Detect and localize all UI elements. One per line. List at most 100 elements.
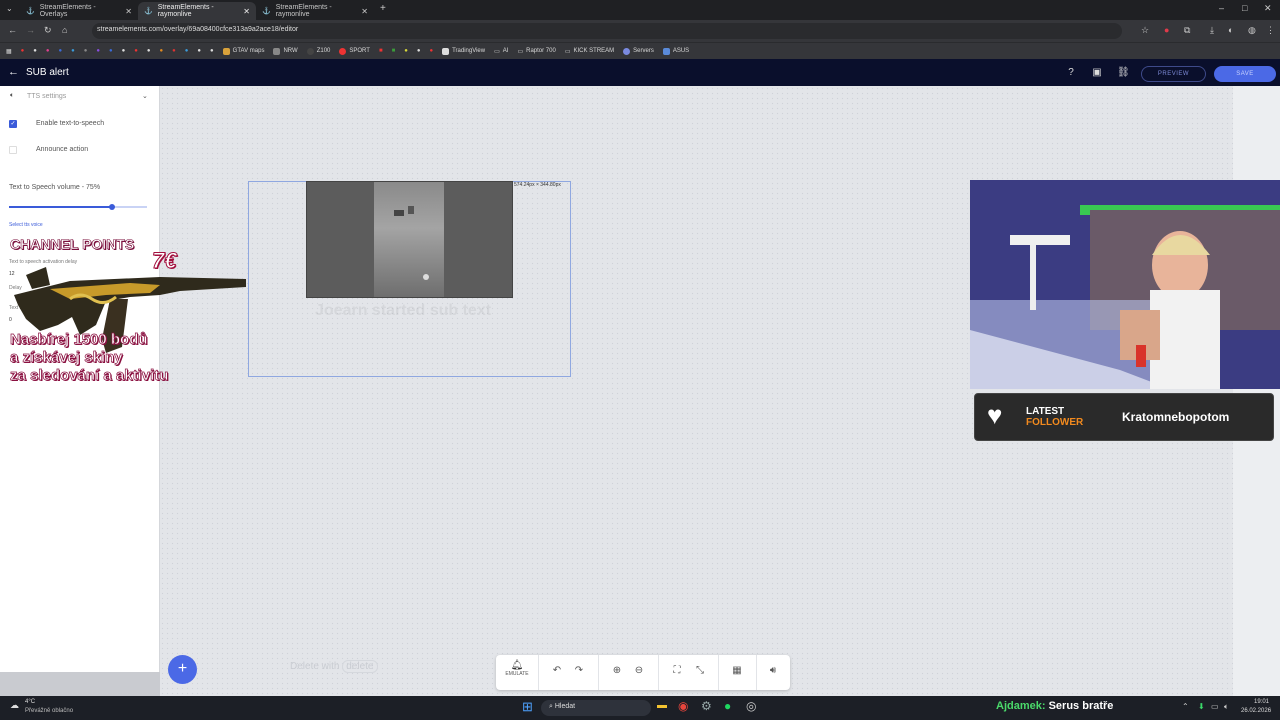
maximize-button[interactable]: □: [1242, 3, 1247, 13]
sound-icon[interactable]: 🔈︎: [1224, 702, 1229, 712]
app-icon[interactable]: ◎: [746, 699, 756, 713]
help-icon[interactable]: ?: [1065, 67, 1077, 79]
bookmark-icon[interactable]: ●: [59, 48, 63, 54]
tab-raymonlive[interactable]: ⚓ StreamElements - raymonlive ✕: [256, 2, 374, 20]
bookmark-icon[interactable]: ■: [392, 48, 396, 54]
tab-editor-active[interactable]: ⚓ StreamElements - raymonlive ✕: [138, 2, 256, 20]
bookmark-icon[interactable]: ●: [210, 48, 214, 54]
bookmark-icon[interactable]: ●: [417, 48, 421, 54]
bookmark-gtav-maps[interactable]: GTAV maps: [222, 47, 264, 55]
profile-avatar[interactable]: ◐: [1228, 25, 1233, 35]
apps-grid-icon[interactable]: ▦: [6, 48, 12, 55]
bookmark-icon[interactable]: ●: [404, 48, 408, 54]
weather-icon[interactable]: ☁: [10, 700, 19, 711]
bookmark-icon[interactable]: ●: [109, 48, 113, 54]
zoom-out-icon[interactable]: ⊖: [632, 665, 646, 676]
bookmark-nrw[interactable]: NRW: [273, 47, 298, 55]
editor-header: [0, 59, 1280, 86]
announce-action-checkbox[interactable]: [9, 146, 17, 154]
bookmark-folder-ai[interactable]: ▭ AI: [494, 48, 508, 55]
preview-button[interactable]: PREVIEW: [1141, 66, 1206, 82]
bookmark-icon[interactable]: ●: [96, 48, 100, 54]
webcam-widget[interactable]: [970, 180, 1280, 389]
settings-gear-icon[interactable]: ⚙: [701, 699, 712, 713]
latest-follower-widget[interactable]: ♥ LATEST FOLLOWER Kratomnebopotom: [974, 393, 1274, 441]
clock-date[interactable]: 26.02.2026: [1241, 708, 1271, 714]
chevron-down-icon[interactable]: ⌄: [142, 92, 148, 100]
close-tab-icon[interactable]: ✕: [125, 7, 132, 16]
reload-icon[interactable]: ↻: [44, 25, 52, 36]
shrink-icon[interactable]: ⤡: [693, 665, 707, 676]
bookmark-z100[interactable]: Z100: [306, 47, 330, 55]
new-tab-button[interactable]: +: [380, 3, 386, 14]
home-icon[interactable]: ⌂: [62, 25, 67, 35]
tts-section-title[interactable]: TTS settings: [27, 93, 66, 100]
close-window-button[interactable]: ✕: [1264, 3, 1272, 14]
zoom-in-icon[interactable]: ⊕: [610, 665, 624, 676]
tray-app-icon[interactable]: ⬇: [1198, 702, 1205, 711]
url-field[interactable]: streamelements.com/overlay/69a08400cfce3…: [92, 23, 1122, 39]
forward-nav-icon[interactable]: →: [26, 25, 35, 35]
volume-slider-track[interactable]: [9, 206, 147, 208]
bookmark-icon[interactable]: ●: [71, 48, 75, 54]
bookmark-icon[interactable]: ●: [33, 48, 37, 54]
bookmark-icon[interactable]: ●: [134, 48, 138, 54]
enable-tts-checkbox[interactable]: ✓: [9, 120, 17, 128]
screen-icon[interactable]: ▣: [1091, 67, 1103, 79]
add-widget-button[interactable]: +: [168, 655, 197, 684]
tab-overlays[interactable]: ⚓ StreamElements - Overlays ✕: [20, 2, 138, 20]
tab-search-icon[interactable]: ⌄: [6, 4, 13, 13]
select-voice-label[interactable]: Select tts voice: [9, 222, 43, 228]
profile-icon[interactable]: ◍: [1248, 25, 1256, 36]
delete-hint: Delete with delete: [290, 660, 378, 673]
chrome-icon[interactable]: ◉: [678, 699, 688, 713]
overlay-canvas[interactable]: [160, 86, 1233, 696]
weather-temp[interactable]: 4°C: [25, 699, 35, 705]
fit-screen-icon[interactable]: ⛶: [670, 665, 684, 676]
bookmark-folder-kick[interactable]: ▭ KICK STREAM: [565, 48, 614, 55]
close-tab-icon[interactable]: ✕: [243, 7, 250, 16]
bookmark-icon[interactable]: ●: [160, 48, 164, 54]
bookmark-icon[interactable]: ●: [185, 48, 189, 54]
menu-kebab-icon[interactable]: ⋮: [1266, 25, 1275, 36]
back-arrow-icon[interactable]: ←: [8, 66, 19, 78]
file-explorer-icon[interactable]: ▬: [657, 700, 667, 711]
volume-icon[interactable]: 🔊︎: [766, 665, 780, 676]
bookmark-icon[interactable]: ●: [122, 48, 126, 54]
undo-icon[interactable]: ↶: [550, 665, 564, 676]
bookmark-icon[interactable]: ●: [429, 48, 433, 54]
extensions-puzzle-icon[interactable]: ⧉: [1184, 25, 1190, 36]
clock-time[interactable]: 19:01: [1254, 699, 1269, 705]
bookmark-tradingview[interactable]: TradingView: [442, 47, 485, 55]
taskbar-search[interactable]: ⌕ Hledat: [541, 700, 651, 716]
bookmark-icon[interactable]: ●: [197, 48, 201, 54]
bookmark-icon[interactable]: ■: [379, 48, 383, 54]
network-icon[interactable]: ▭: [1211, 702, 1219, 711]
bookmark-sport[interactable]: SPORT: [339, 47, 370, 55]
bookmark-star-icon[interactable]: ☆: [1141, 25, 1149, 36]
link-icon[interactable]: ⛓: [1117, 67, 1130, 79]
redo-icon[interactable]: ↷: [572, 665, 586, 676]
weather-desc[interactable]: Převážně oblačno: [25, 708, 73, 714]
bookmark-servers[interactable]: Servers: [623, 47, 654, 55]
back-nav-icon[interactable]: ←: [8, 25, 17, 35]
extension-icon[interactable]: ●: [1164, 25, 1169, 35]
toolbar-divider: [718, 655, 719, 690]
spotify-icon[interactable]: ●: [724, 699, 731, 713]
bookmark-icon[interactable]: ●: [84, 48, 88, 54]
close-tab-icon[interactable]: ✕: [361, 7, 368, 16]
bookmark-icon[interactable]: ●: [21, 48, 25, 54]
windows-start-icon[interactable]: ⊞: [522, 700, 533, 714]
bookmark-asus[interactable]: ASUS: [662, 47, 689, 55]
download-icon[interactable]: ⤓: [1210, 25, 1214, 36]
bookmark-folder-raptor[interactable]: ▭ Raptor 700: [517, 48, 555, 55]
emulate-button[interactable]: 🔔︎ EMULATE: [500, 660, 534, 677]
bookmark-icon[interactable]: ●: [172, 48, 176, 54]
bookmark-icon[interactable]: ●: [147, 48, 151, 54]
bookmark-icon[interactable]: ●: [46, 48, 50, 54]
save-button[interactable]: SAVE: [1214, 66, 1276, 82]
volume-slider-handle[interactable]: [109, 204, 115, 210]
grid-icon[interactable]: ▦: [730, 665, 744, 676]
minimize-button[interactable]: –: [1219, 3, 1224, 13]
tray-chevron-icon[interactable]: ⌃: [1182, 702, 1189, 711]
